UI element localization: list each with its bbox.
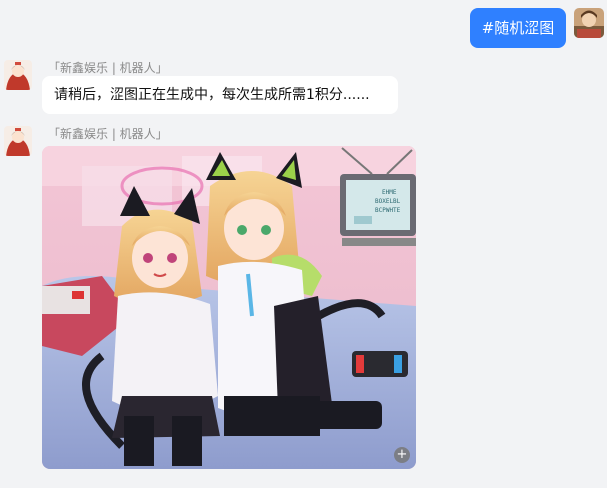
incoming-message-bubble[interactable]: 请稍后，涩图正在生成中，每次生成所需1积分...... xyxy=(42,76,398,114)
svg-text:BCPWHTE: BCPWHTE xyxy=(375,207,401,214)
bot-avatar[interactable] xyxy=(4,126,32,156)
svg-text:BOXELBL: BOXELBL xyxy=(375,198,401,205)
outgoing-message-bubble[interactable]: #随机涩图 xyxy=(470,8,566,48)
outgoing-message-text: #随机涩图 xyxy=(481,19,555,37)
incoming-message-text: 请稍后，涩图正在生成中，每次生成所需1积分...... xyxy=(54,87,370,103)
sender-name: 「新鑫娱乐 | 机器人」 xyxy=(48,127,168,141)
user-avatar[interactable] xyxy=(574,8,604,38)
bot-avatar[interactable] xyxy=(4,60,32,90)
zoom-in-icon[interactable]: + xyxy=(394,447,410,463)
chat-window: #随机涩图 「新鑫娱乐 | 机器人」 请稍后，涩图正在生成中，每次生成所需1积分… xyxy=(0,0,607,488)
message-image[interactable]: EHME BOXELBL BCPWHTE xyxy=(42,146,416,469)
svg-text:EHME: EHME xyxy=(382,189,397,196)
sender-name: 「新鑫娱乐 | 机器人」 xyxy=(48,61,168,75)
